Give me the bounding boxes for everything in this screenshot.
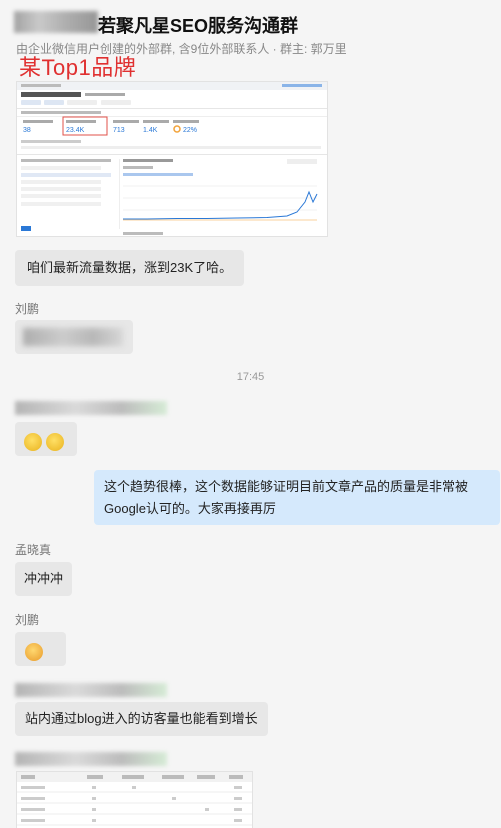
message-bubble[interactable]: 冲冲冲	[15, 562, 73, 596]
my-message-bubble[interactable]: 这个趋势很棒，这个数据能够证明目前文章产品的质量是非常被Google认可的。大家…	[94, 470, 500, 525]
svg-text:23.4K: 23.4K	[66, 127, 85, 134]
timestamp: 17:45	[236, 371, 265, 383]
sender-name: 刘鹏	[15, 302, 40, 316]
table-screenshot-image[interactable]	[16, 771, 253, 828]
svg-text:713: 713	[113, 127, 125, 134]
redacted-sender-name	[15, 401, 167, 415]
redacted-sender-name	[15, 752, 167, 766]
redacted-message-bubble[interactable]	[15, 320, 133, 354]
laughing-emoji-icon	[25, 642, 43, 661]
sender-name: 孟晓真	[15, 543, 52, 557]
dashboard-screenshot-graphic: 38 23.4K 713 1.4K 22%	[17, 82, 327, 235]
message-bubble[interactable]: 咱们最新流量数据，涨到23K了哈。	[15, 250, 245, 286]
group-title[interactable]: 若聚凡星SEO服务沟通群	[98, 12, 298, 38]
redacted-text	[23, 328, 123, 346]
svg-text:22%: 22%	[183, 127, 197, 134]
redacted-group-prefix	[14, 11, 98, 33]
emoji-message-bubble[interactable]	[15, 422, 77, 456]
watermark-label: 某Top1品牌	[19, 55, 137, 80]
thumbs-up-emoji-icon	[24, 432, 42, 451]
redacted-sender-name	[15, 683, 167, 697]
dashboard-screenshot-image[interactable]: 38 23.4K 713 1.4K 22%	[16, 81, 328, 237]
svg-text:38: 38	[23, 127, 31, 134]
thumbs-up-emoji-icon	[45, 432, 64, 451]
emoji-message-bubble[interactable]	[15, 632, 66, 666]
svg-text:1.4K: 1.4K	[143, 127, 158, 134]
message-bubble[interactable]: 站内通过blog进入的访客量也能看到增长	[15, 702, 268, 736]
table-screenshot-graphic	[17, 772, 252, 826]
sender-name: 刘鹏	[15, 613, 40, 627]
